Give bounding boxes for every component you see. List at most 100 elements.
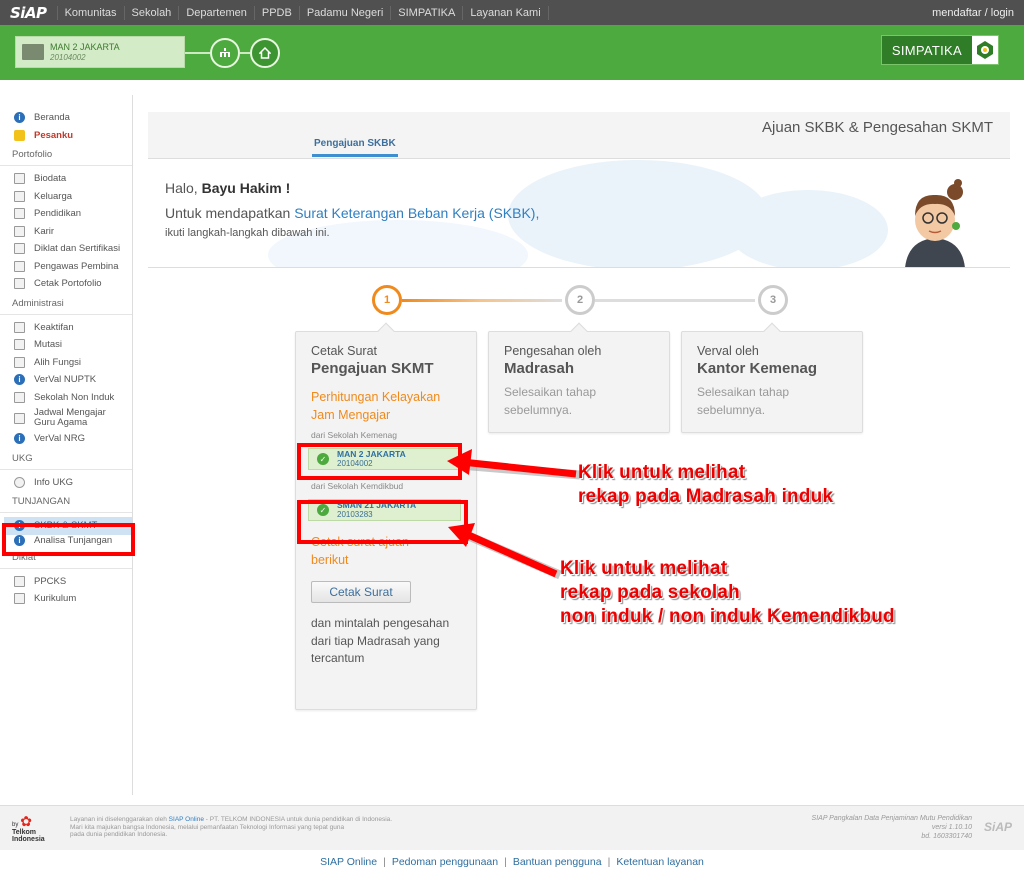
school-selector[interactable]: MAN 2 JAKARTA 20104002: [15, 36, 185, 68]
source-label-kemdikbud: dari Sekolah Kemdikbud: [311, 481, 404, 491]
card-description: Selesaikan tahap sebelumnya.: [697, 385, 790, 417]
footer-links: SIAP Online | Pedoman penggunaan | Bantuan p…: [0, 856, 1024, 868]
message-icon: [14, 129, 25, 141]
document-icon: [14, 260, 25, 272]
document-icon: [14, 575, 25, 587]
card-pointer: [570, 322, 588, 340]
nav-ppdb[interactable]: PPDB: [253, 5, 299, 20]
sidebar-item-label: Keluarga: [34, 190, 73, 202]
step-1-indicator: 1: [372, 285, 402, 315]
document-icon: [14, 593, 25, 605]
page-header: Ajuan SKBK & Pengesahan SKMT: [148, 112, 1010, 159]
link-pedoman[interactable]: Pedoman penggunaan: [392, 856, 498, 868]
school-code: 20104002: [50, 53, 86, 62]
sidebar-item-verval-nrg[interactable]: i VerVal NRG: [0, 430, 132, 448]
source-label-kemenag: dari Sekolah Kemenag: [311, 430, 398, 440]
greeting-line: Halo, Bayu Hakim !: [165, 180, 290, 196]
sidebar-item-label: Beranda: [34, 112, 70, 124]
link-siap-online[interactable]: SIAP Online: [320, 856, 377, 868]
org-chart-icon[interactable]: [210, 38, 240, 68]
sidebar-item-diklat-sertifikasi[interactable]: Diklat dan Sertifikasi: [0, 240, 132, 258]
app-header: MAN 2 JAKARTA 20104002 SIMPATIKA: [0, 25, 1024, 105]
sidebar-item-info-ukg[interactable]: Info UKG: [0, 474, 132, 492]
highlight-chip-sman21: [297, 500, 468, 544]
school-image-icon: [22, 44, 44, 60]
skbk-term: Surat Keterangan Beban Kerja (SKBK),: [294, 205, 540, 221]
link-separator: |: [504, 856, 507, 868]
footer-text: pada dunia pendidikan Indonesia.: [70, 831, 168, 838]
link-separator: |: [607, 856, 611, 868]
sidebar-item-kurikulum[interactable]: Kurikulum: [0, 590, 132, 608]
sidebar-item-beranda[interactable]: i Beranda: [0, 109, 132, 127]
connector-line: [185, 52, 210, 54]
sidebar-item-label: Cetak Portofolio: [34, 278, 102, 290]
step-2-card: Pengesahan oleh Madrasah Selesaikan taha…: [488, 322, 670, 433]
telkom-by: by: [12, 822, 19, 828]
sidebar-section-ukg: UKG: [0, 448, 132, 470]
greeting-hello: Halo,: [165, 180, 202, 196]
tab-pengajuan-skbk[interactable]: Pengajuan SKBK: [312, 138, 398, 157]
sidebar-item-pengawas-pembina[interactable]: Pengawas Pembina: [0, 258, 132, 276]
nav-sekolah[interactable]: Sekolah: [123, 5, 179, 20]
sidebar-item-label: VerVal NUPTK: [34, 374, 97, 386]
sidebar-item-keluarga[interactable]: Keluarga: [0, 188, 132, 206]
card-title: Madrasah: [504, 360, 575, 377]
nav-padamu-negeri[interactable]: Padamu Negeri: [298, 5, 390, 20]
sidebar-item-keaktifan[interactable]: Keaktifan: [0, 319, 132, 337]
sidebar-item-biodata[interactable]: Biodata: [0, 170, 132, 188]
sidebar-item-sekolah-non-induk[interactable]: Sekolah Non Induk: [0, 389, 132, 407]
sidebar-item-label: Alih Fungsi: [34, 356, 81, 368]
nav-layanan-kami[interactable]: Layanan Kami: [462, 5, 549, 20]
sidebar-item-ppcks[interactable]: PPCKS: [0, 573, 132, 591]
step-progress-line: [402, 299, 562, 302]
annotation-non-induk: Klik untuk melihat rekap pada sekolah no…: [560, 557, 895, 629]
mascot-avatar: [905, 179, 965, 267]
sidebar-item-verval-nuptk[interactable]: i VerVal NUPTK: [0, 371, 132, 389]
sidebar-item-label: Pesanku: [34, 129, 74, 141]
nav-komunitas[interactable]: Komunitas: [56, 5, 124, 20]
telkom-logo-icon: ✿: [20, 813, 33, 829]
sidebar-section-portofolio: Portofolio: [0, 144, 132, 166]
cloud-decoration: [508, 160, 768, 267]
siap-logo[interactable]: SiAP: [0, 4, 57, 22]
sidebar-item-label: Karir: [34, 225, 55, 237]
nav-departemen[interactable]: Departemen: [178, 5, 254, 20]
cetak-surat-button[interactable]: Cetak Surat: [311, 581, 411, 603]
footer-version: SIAP Pangkalan Data Penjaminan Mutu Pend…: [812, 814, 972, 841]
sidebar-item-mutasi[interactable]: Mutasi: [0, 336, 132, 354]
step-3-indicator: 3: [758, 285, 788, 315]
greeting-banner: Halo, Bayu Hakim ! Untuk mendapatkan Sur…: [148, 160, 1010, 268]
sidebar-item-pendidikan[interactable]: Pendidikan: [0, 205, 132, 223]
sidebar-item-pesanku[interactable]: Pesanku: [0, 127, 132, 145]
info-icon: i: [14, 374, 25, 386]
sidebar-item-alih-fungsi[interactable]: Alih Fungsi: [0, 354, 132, 372]
greeting-line: ikuti langkah-langkah dibawah ini.: [165, 227, 330, 239]
footer-siap-link[interactable]: SIAP Online: [169, 816, 204, 823]
footer-text: Layanan ini diselenggarakan oleh: [70, 816, 169, 823]
footer-description: Layanan ini diselenggarakan oleh SIAP On…: [70, 816, 430, 839]
home-icon[interactable]: [250, 38, 280, 68]
info-icon: i: [14, 433, 25, 445]
brand-name: SIMPATIKA: [881, 36, 972, 64]
annotation-line: non induk / non induk Kemendikbud: [560, 606, 895, 627]
link-bantuan[interactable]: Bantuan pengguna: [513, 856, 602, 868]
sidebar-item-label: Kurikulum: [34, 593, 77, 605]
card-subtitle: Verval oleh: [697, 344, 759, 358]
login-link[interactable]: mendaftar / login: [932, 7, 1024, 19]
link-ketentuan[interactable]: Ketentuan layanan: [616, 856, 704, 868]
card-title: Pengajuan SKMT: [311, 360, 434, 377]
sidebar-item-karir[interactable]: Karir: [0, 223, 132, 241]
step-3-card: Verval oleh Kantor Kemenag Selesaikan ta…: [681, 322, 863, 433]
sidebar-item-label: Biodata: [34, 173, 67, 185]
cloud-decoration: [728, 190, 888, 267]
document-icon: [14, 321, 25, 333]
transfer-icon: [14, 339, 25, 351]
sidebar-item-jadwal-mengajar[interactable]: Jadwal Mengajar Guru Agama: [0, 406, 132, 430]
sidebar-item-label: Diklat dan Sertifikasi: [34, 243, 121, 255]
nav-simpatika[interactable]: SIMPATIKA: [390, 5, 462, 20]
sidebar-item-label: Pendidikan: [34, 208, 82, 220]
card-title: Kantor Kemenag: [697, 360, 818, 377]
sidebar-item-cetak-portofolio[interactable]: Cetak Portofolio: [0, 275, 132, 293]
document-icon: [14, 243, 25, 255]
connector-line: [240, 52, 250, 54]
